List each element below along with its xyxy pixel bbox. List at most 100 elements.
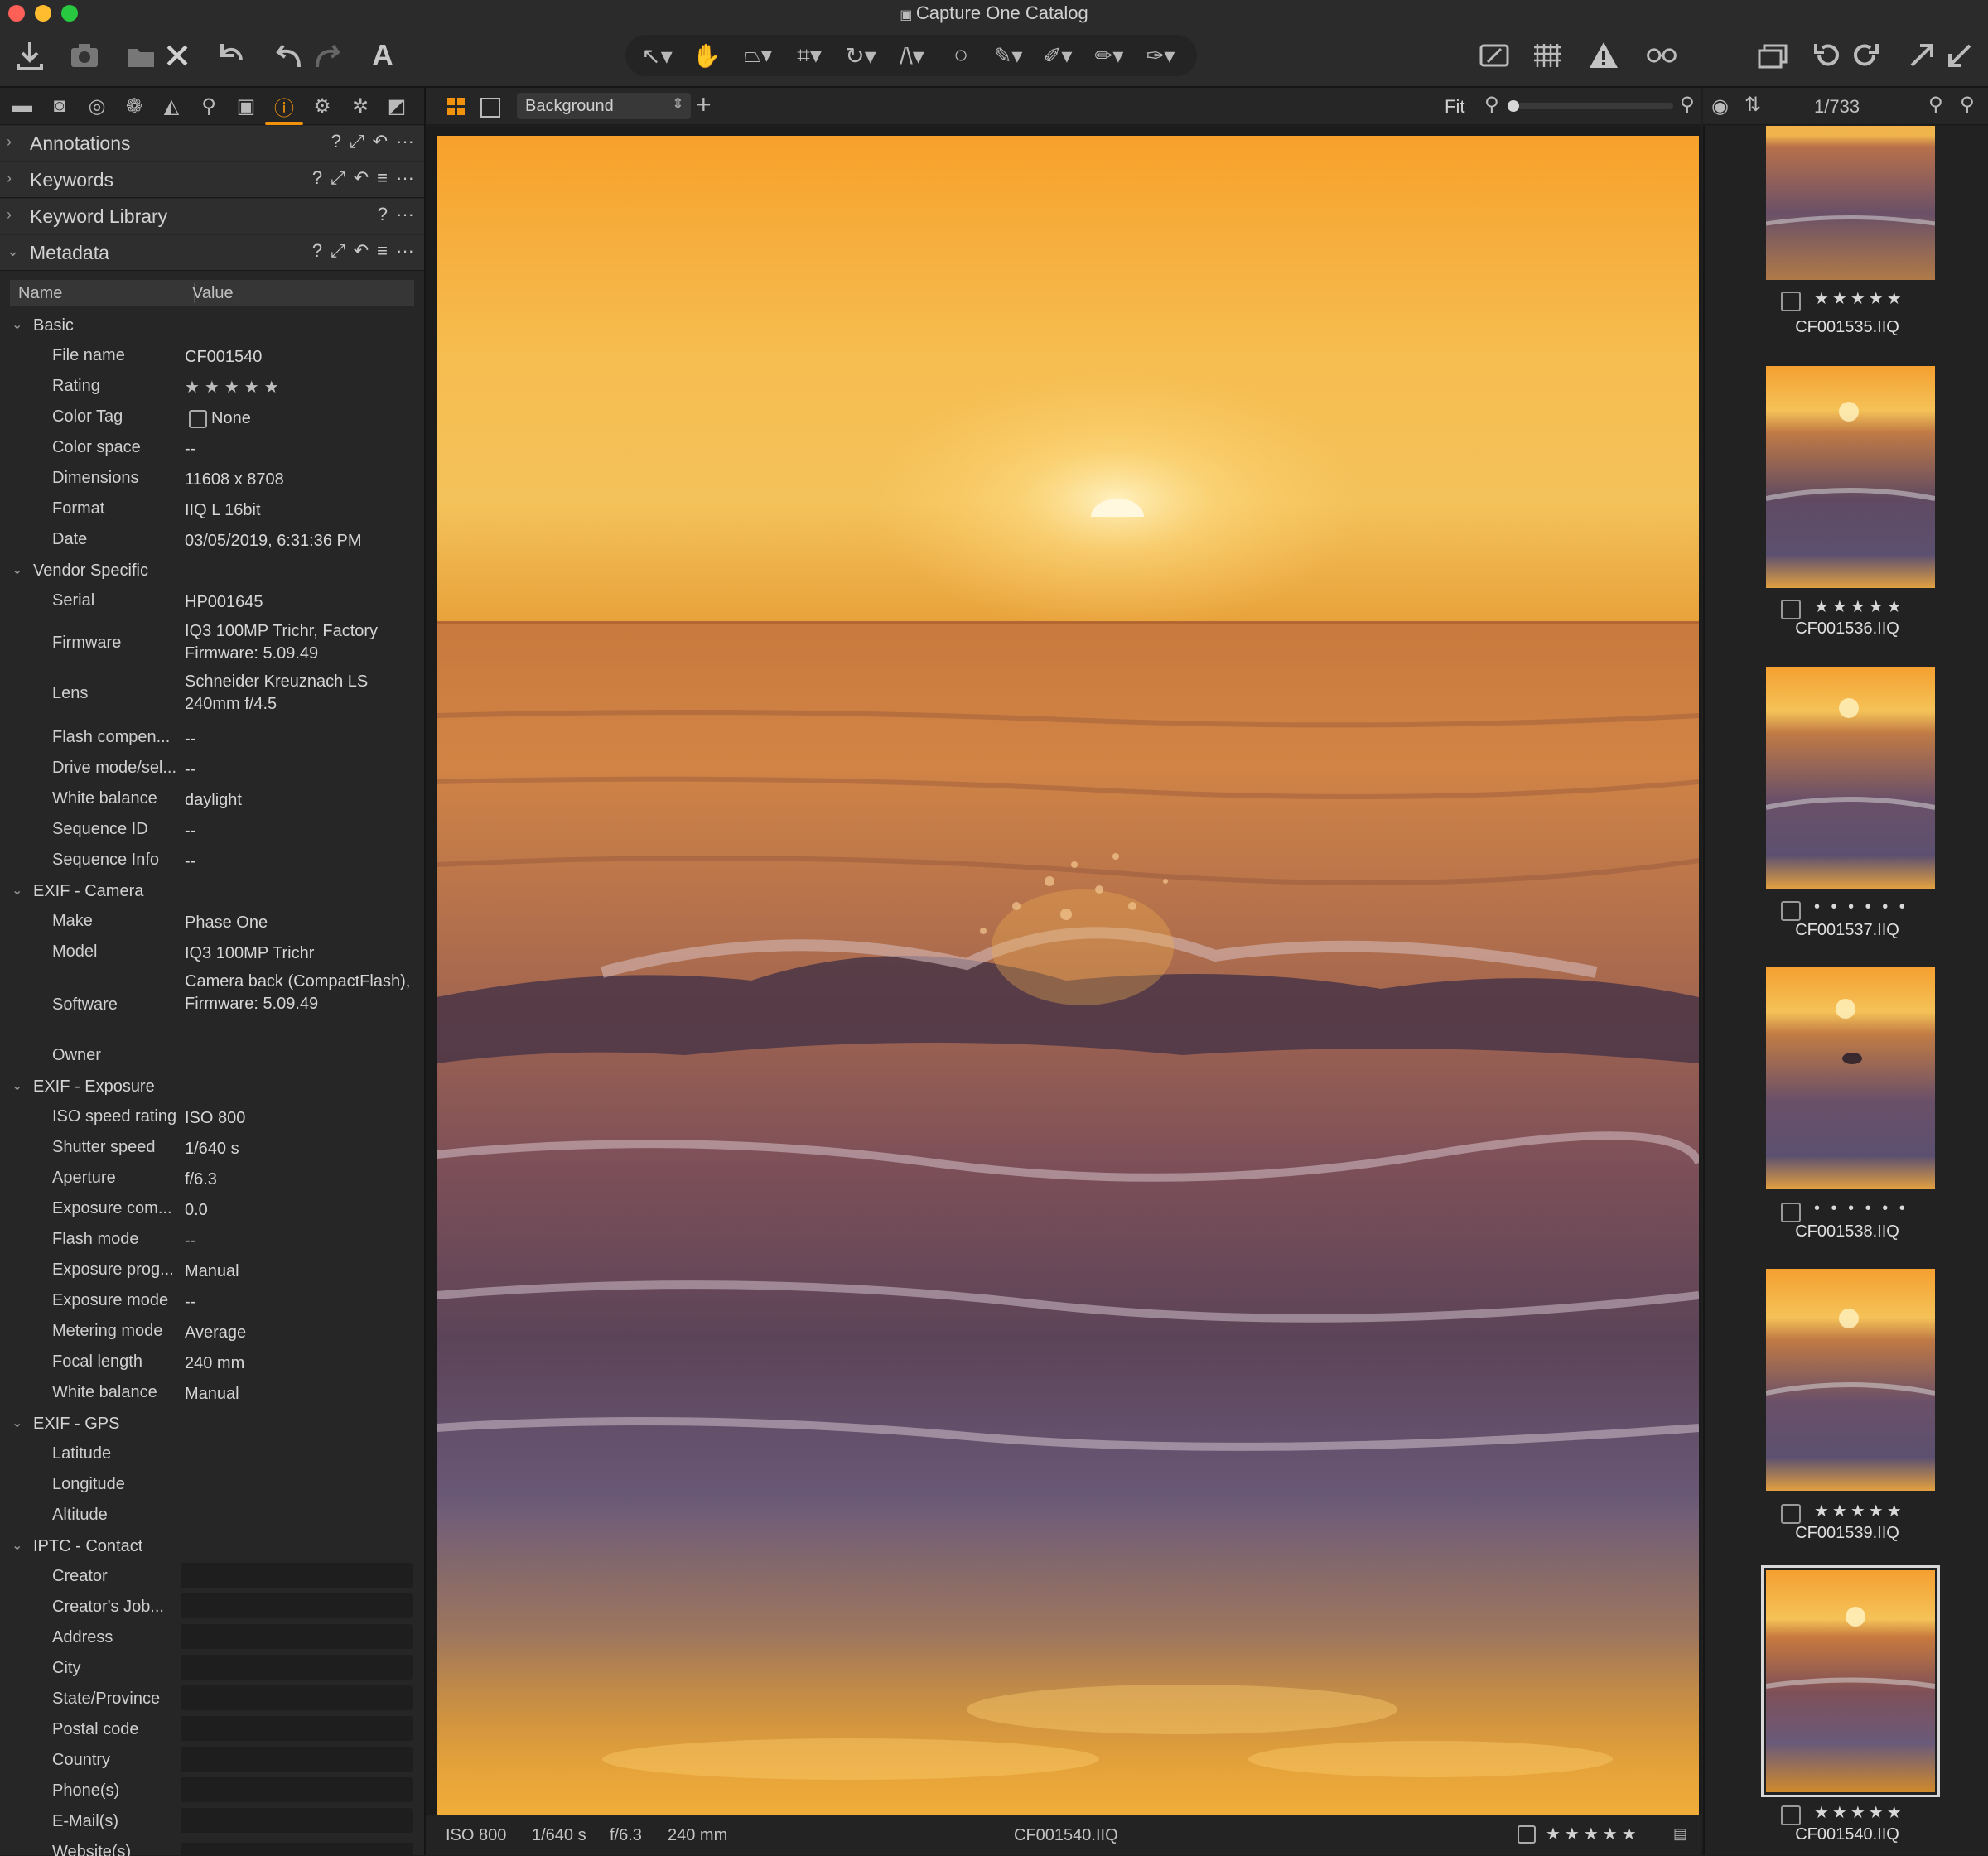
color-tag-checkbox[interactable] <box>1781 292 1801 311</box>
erase-icon[interactable]: ✐▾ <box>1037 35 1078 76</box>
zoom-out-icon[interactable]: ⚲ <box>1484 93 1499 117</box>
more-icon[interactable]: ··· <box>396 240 414 262</box>
thumbnail-rating[interactable]: ★★★★★ <box>1814 596 1905 617</box>
lens-tab-icon[interactable]: ◎ <box>83 93 111 119</box>
rotate-left-icon[interactable] <box>1811 35 1844 76</box>
thumbnail-rating[interactable]: • • • • • • <box>1814 1199 1908 1218</box>
thumbnail-rating[interactable]: ★★★★★ <box>1814 1802 1905 1823</box>
zoom-in-icon[interactable]: ⚲ <box>1680 93 1695 117</box>
apply-adjust-icon[interactable] <box>1943 35 1976 76</box>
gradient-icon[interactable]: ✏▾ <box>1088 35 1130 76</box>
layer-select[interactable]: Background ⇕ <box>517 93 691 119</box>
capture-tab-icon[interactable]: ◙ <box>46 93 74 119</box>
straighten-icon[interactable]: /\▾ <box>891 35 933 76</box>
reset-icon[interactable]: ↶ <box>354 167 369 189</box>
image-viewer[interactable] <box>426 126 1701 1815</box>
output-tab-icon[interactable]: ⚙ <box>308 93 336 119</box>
rotate-icon[interactable]: ↻▾ <box>840 35 881 76</box>
exposure-tab-icon[interactable]: ◭ <box>157 93 186 119</box>
city-input[interactable] <box>181 1655 413 1680</box>
thumbnail-image[interactable] <box>1766 126 1935 280</box>
group-exif-camera[interactable]: ⌄ EXIF - Camera <box>0 877 424 907</box>
multi-view-icon[interactable] <box>447 98 466 116</box>
keywords-section[interactable]: › Keywords ? ⤢ ↶ ≡ ··· <box>0 162 424 198</box>
status-color-tag-checkbox[interactable] <box>1518 1825 1536 1844</box>
rotate-right-icon[interactable] <box>1849 35 1882 76</box>
country-input[interactable] <box>181 1747 413 1772</box>
creator-input[interactable] <box>181 1563 413 1588</box>
brush-icon[interactable]: ✎▾ <box>987 35 1029 76</box>
more-icon[interactable]: ··· <box>396 204 414 225</box>
warning-icon[interactable] <box>1585 35 1622 76</box>
zoom-label[interactable]: Fit <box>1445 96 1464 118</box>
overlay-icon[interactable] <box>1476 35 1513 76</box>
reset-icon[interactable]: ↶ <box>354 240 369 262</box>
delete-icon[interactable] <box>162 35 192 76</box>
help-icon[interactable]: ? <box>378 204 388 225</box>
undo-history-icon[interactable] <box>214 35 250 76</box>
search-icon[interactable]: ⚲ <box>1928 93 1943 117</box>
move-to-icon[interactable] <box>123 35 159 76</box>
adjustments-tab-icon[interactable]: ▣ <box>232 93 260 119</box>
color-tab-icon[interactable]: ❁ <box>120 93 148 119</box>
color-tag-checkbox[interactable] <box>1781 1504 1801 1524</box>
list-icon[interactable]: ▤ <box>1673 1825 1687 1843</box>
text-icon[interactable]: A <box>364 35 401 76</box>
help-icon[interactable]: ? <box>312 240 322 262</box>
website-input[interactable] <box>181 1843 413 1856</box>
filter-search-icon[interactable]: ⚲ <box>1960 93 1975 117</box>
color-tag-checkbox[interactable] <box>1781 600 1801 619</box>
state-input[interactable] <box>181 1685 413 1710</box>
main-photo[interactable] <box>437 136 1699 1815</box>
metadata-tab-icon[interactable]: ⓘ <box>265 93 303 125</box>
color-tag-swatch[interactable] <box>189 410 207 428</box>
add-layer-icon[interactable]: + <box>696 89 712 120</box>
annotations-section[interactable]: › Annotations ? ⤢ ↶ ··· <box>0 126 424 161</box>
zoom-slider[interactable] <box>1508 100 1673 112</box>
metadata-section[interactable]: ⌄ Metadata ? ⤢ ↶ ≡ ··· <box>0 235 424 271</box>
list-icon[interactable]: ≡ <box>377 167 388 189</box>
import-icon[interactable] <box>12 35 48 76</box>
proof-icon[interactable] <box>1638 35 1685 76</box>
copy-adjust-icon[interactable] <box>1905 35 1938 76</box>
creator-job-input[interactable] <box>181 1593 413 1618</box>
details-tab-icon[interactable]: ⚲ <box>195 93 223 119</box>
copy-window-icon[interactable] <box>1754 35 1791 76</box>
copy-icon[interactable]: ⤢ <box>350 131 364 152</box>
redo-icon[interactable] <box>310 35 343 76</box>
color-tag-checkbox[interactable] <box>1781 1805 1801 1825</box>
value[interactable]: CF001540 <box>185 346 413 369</box>
rating-stars[interactable]: ★★★★★ <box>185 377 413 399</box>
status-rating-stars[interactable]: ★★★★★ <box>1546 1824 1641 1844</box>
styles-tab-icon[interactable]: ◩ <box>383 93 411 119</box>
keystone-icon[interactable]: ⏢▾ <box>737 35 779 76</box>
thumbnail-browser[interactable]: ★★★★★ CF001535.IIQ ★★★★★ CF001536.IIQ • … <box>1703 126 1988 1855</box>
group-iptc-contact[interactable]: ⌄ IPTC - Contact <box>0 1532 424 1562</box>
color-tag-checkbox[interactable] <box>1781 1203 1801 1222</box>
group-exif-gps[interactable]: ⌄ EXIF - GPS <box>0 1410 424 1439</box>
grid-icon[interactable] <box>1529 35 1566 76</box>
phone-input[interactable] <box>181 1777 413 1802</box>
eye-icon[interactable]: ◉ <box>1711 94 1729 118</box>
capture-icon[interactable] <box>66 35 103 76</box>
help-icon[interactable]: ? <box>331 131 341 152</box>
thumbnail-rating[interactable]: ★★★★★ <box>1814 1501 1905 1521</box>
help-icon[interactable]: ? <box>312 167 322 189</box>
color-tag-checkbox[interactable] <box>1781 901 1801 921</box>
more-icon[interactable]: ··· <box>396 131 414 152</box>
select-icon[interactable]: ↖▾ <box>636 35 678 76</box>
group-vendor-specific[interactable]: ⌄ Vendor Specific <box>0 557 424 586</box>
radial-icon[interactable]: ✑▾ <box>1140 35 1181 76</box>
copy-icon[interactable]: ⤢ <box>331 240 345 262</box>
color-tag-value[interactable]: None <box>185 407 439 430</box>
more-icon[interactable]: ··· <box>396 167 414 189</box>
postal-code-input[interactable] <box>181 1716 413 1741</box>
thumbnail-image[interactable] <box>1766 967 1935 1189</box>
keyword-library-section[interactable]: › Keyword Library ? ··· <box>0 199 424 234</box>
address-input[interactable] <box>181 1624 413 1649</box>
reset-icon[interactable]: ↶ <box>373 131 388 152</box>
spot-icon[interactable]: ○ <box>943 35 979 76</box>
crop-icon[interactable]: ⌗▾ <box>789 35 830 76</box>
thumbnail-image[interactable] <box>1766 1269 1935 1491</box>
thumbnail-image[interactable] <box>1766 667 1935 889</box>
